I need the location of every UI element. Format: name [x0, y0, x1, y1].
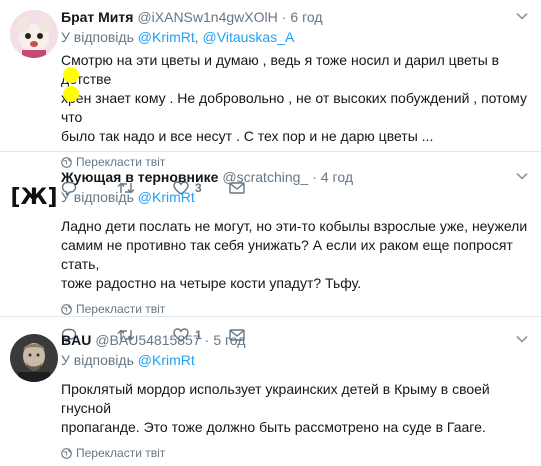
globe-icon: [61, 303, 72, 315]
tweet[interactable]: Брат Митя @iXANSw1n4gwXOlH · 6 год У від…: [0, 0, 541, 196]
censor-mark: [63, 67, 79, 83]
timestamp[interactable]: 6 год: [290, 8, 322, 27]
reply-to-separator: ,: [194, 29, 203, 45]
tweet-text: Проклятый мордор использует украинских д…: [61, 380, 529, 437]
reply-to: У відповідь @KrimRt: [61, 351, 529, 370]
tweet-text-line: было так надо и все несут . С тех пор и …: [61, 128, 434, 144]
author-name[interactable]: Брат Митя: [61, 8, 133, 27]
avatar[interactable]: [Ж]: [10, 172, 58, 220]
reply-to: У відповідь @KrimRt: [61, 188, 529, 207]
globe-icon: [61, 447, 72, 459]
reply-to-user[interactable]: @KrimRt: [138, 29, 195, 45]
reply-to-user[interactable]: @KrimRt: [138, 189, 195, 205]
author-name[interactable]: BAU: [61, 331, 91, 350]
author-handle[interactable]: @BAU54815857: [95, 331, 200, 350]
author-handle[interactable]: @iXANSw1n4gwXOlH: [137, 8, 277, 27]
reply-to: У відповідь @KrimRt, @Vitauskas_A: [61, 28, 529, 47]
translate-link[interactable]: Перекласти твіт: [61, 302, 529, 316]
chevron-down-icon[interactable]: [515, 332, 529, 346]
avatar[interactable]: [10, 334, 58, 382]
chevron-down-icon[interactable]: [515, 169, 529, 183]
translate-label: Перекласти твіт: [76, 446, 166, 460]
tweet-text-line: Ладно дети послать не могут, но эти-то к…: [61, 218, 528, 234]
avatar-text: [Ж]: [10, 185, 57, 210]
author-name[interactable]: Жующая в терновнике: [61, 168, 218, 187]
censor-mark: [63, 86, 79, 102]
tweet[interactable]: [Ж] Жующая в терновнике @scratching_ · 4…: [0, 152, 541, 343]
separator-dot: ·: [312, 169, 317, 185]
reply-to-user[interactable]: @KrimRt: [138, 352, 195, 368]
tweet-text-line: хрен знает кому . Не добровольно , не от…: [61, 90, 527, 125]
reply-to-label: У відповідь: [61, 352, 134, 368]
tweet-text-line: Смотрю на эти цветы и думаю , ведь я тож…: [61, 52, 500, 87]
tweet-text: Смотрю на эти цветы и думаю , ведь я тож…: [61, 51, 529, 146]
reply-to-user[interactable]: @Vitauskas_A: [203, 29, 295, 45]
tweet-text-line: тоже радостно на четыре кости упадут? Ть…: [61, 275, 362, 291]
author-handle[interactable]: @scratching_: [222, 168, 308, 187]
tweet-text-line: пропаганде. Это тоже должно быть рассмот…: [61, 419, 486, 435]
reply-to-label: У відповідь: [61, 189, 134, 205]
translate-link[interactable]: Перекласти твіт: [61, 446, 529, 460]
timestamp[interactable]: 4 год: [321, 168, 353, 187]
translate-label: Перекласти твіт: [76, 302, 166, 316]
chevron-down-icon[interactable]: [515, 9, 529, 23]
separator-dot: ·: [281, 9, 287, 25]
separator-dot: ·: [204, 332, 210, 348]
tweet-text-line: Проклятый мордор использует украинских д…: [61, 381, 490, 416]
tweet-text: Ладно дети послать не могут, но эти-то к…: [61, 217, 529, 293]
reply-to-label: У відповідь: [61, 29, 134, 45]
timestamp[interactable]: 5 год: [213, 331, 245, 350]
tweet[interactable]: BAU @BAU54815857 · 5 год У відповідь @Kr…: [0, 317, 541, 466]
tweet-text-line: самим не противно так себя унижать? А ес…: [61, 237, 513, 272]
avatar[interactable]: [10, 10, 58, 58]
